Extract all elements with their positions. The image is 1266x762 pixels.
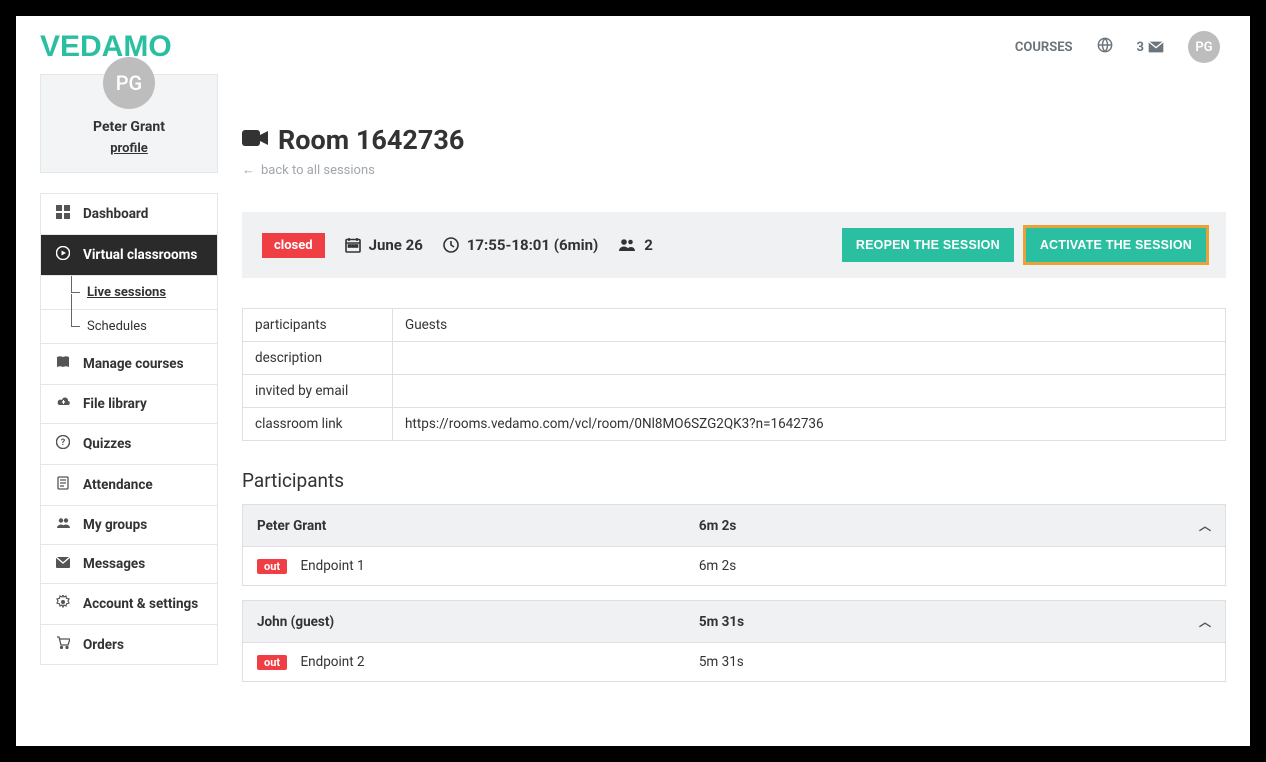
info-value	[393, 375, 1226, 408]
sidebar-item-label: Orders	[83, 637, 124, 653]
participant-total: 5m 31s	[685, 601, 1127, 643]
sidebar-item-schedules[interactable]: Schedules	[41, 310, 217, 344]
info-label: classroom link	[243, 408, 393, 441]
sidebar-item-label: Dashboard	[83, 206, 148, 222]
sidebar-item-manage-courses[interactable]: Manage courses	[41, 344, 217, 385]
participant-header[interactable]: Peter Grant 6m 2s ︿	[243, 505, 1226, 547]
participant-group: John (guest) 5m 31s ︿ out Endpoint 2 5m …	[242, 600, 1226, 682]
activate-session-button[interactable]: ACTIVATE THE SESSION	[1026, 228, 1206, 262]
status-time: 17:55-18:01 (6min)	[467, 236, 598, 254]
sidebar-item-label: File library	[83, 396, 147, 412]
cart-icon	[55, 636, 71, 653]
arrow-left-icon: ←	[242, 162, 255, 178]
play-icon	[55, 246, 71, 264]
profile-avatar: PG	[103, 57, 155, 109]
sidebar-item-attendance[interactable]: Attendance	[41, 465, 217, 506]
chevron-up-icon: ︿	[1199, 613, 1211, 630]
info-value: Guests	[393, 309, 1226, 342]
out-badge: out	[257, 559, 287, 574]
users-icon	[618, 238, 636, 252]
grid-icon	[55, 205, 71, 223]
camera-icon	[242, 126, 268, 154]
back-link[interactable]: ← back to all sessions	[242, 162, 1226, 178]
sidebar-item-label: Messages	[83, 556, 145, 572]
table-row: participants Guests	[243, 309, 1226, 342]
sidebar-item-virtual-classrooms[interactable]: Virtual classrooms	[41, 235, 217, 276]
endpoint-time: 5m 31s	[685, 643, 1127, 682]
avatar[interactable]: PG	[1188, 31, 1220, 63]
status-date: June 26	[369, 236, 423, 254]
status-badge: closed	[262, 233, 325, 258]
sidebar-item-label: Manage courses	[83, 356, 184, 372]
sidebar-item-label: Virtual classrooms	[83, 247, 197, 263]
sidebar-item-my-groups[interactable]: My groups	[41, 506, 217, 545]
notification-count: 3	[1137, 40, 1144, 55]
sidebar-item-quizzes[interactable]: ? Quizzes	[41, 424, 217, 465]
logo[interactable]: VEDAMO	[40, 30, 172, 64]
svg-text:?: ?	[61, 438, 66, 448]
reopen-session-button[interactable]: REOPEN THE SESSION	[842, 228, 1014, 262]
book-icon	[55, 355, 71, 373]
question-icon: ?	[55, 435, 71, 453]
endpoint-row: out Endpoint 2 5m 31s	[243, 643, 1226, 682]
clock-icon	[443, 237, 459, 253]
mail-icon	[55, 556, 71, 572]
profile-card: PG Peter Grant profile	[40, 74, 218, 173]
participant-name: John (guest)	[243, 601, 685, 643]
info-label: participants	[243, 309, 393, 342]
status-participants: 2	[644, 236, 653, 254]
status-bar: closed June 26 17:55-18:01 (6min) 2	[242, 212, 1226, 278]
doc-icon	[55, 476, 71, 494]
gear-icon	[55, 595, 71, 613]
back-link-label: back to all sessions	[261, 163, 375, 178]
sidebar-item-label: Account & settings	[83, 596, 198, 612]
endpoint-label: Endpoint 2	[300, 654, 364, 670]
courses-link[interactable]: COURSES	[1015, 40, 1073, 55]
calendar-icon	[345, 237, 361, 253]
participants-heading: Participants	[242, 469, 1226, 492]
globe-icon[interactable]	[1097, 37, 1113, 57]
profile-link[interactable]: profile	[41, 141, 217, 156]
info-label: description	[243, 342, 393, 375]
info-value	[393, 342, 1226, 375]
participant-header[interactable]: John (guest) 5m 31s ︿	[243, 601, 1226, 643]
sidebar-item-live-sessions[interactable]: Live sessions	[41, 276, 217, 310]
sidebar-item-dashboard[interactable]: Dashboard	[41, 194, 217, 235]
table-row: classroom link https://rooms.vedamo.com/…	[243, 408, 1226, 441]
sidebar-item-file-library[interactable]: File library	[41, 385, 217, 424]
table-row: description	[243, 342, 1226, 375]
endpoint-time: 6m 2s	[685, 547, 1127, 586]
sidebar-item-label: Attendance	[83, 477, 153, 493]
messages-indicator[interactable]: 3	[1137, 40, 1164, 55]
participant-group: Peter Grant 6m 2s ︿ out Endpoint 1 6m 2s	[242, 504, 1226, 586]
page-title: Room 1642736	[242, 124, 1226, 156]
chevron-up-icon: ︿	[1199, 517, 1211, 534]
table-row: invited by email	[243, 375, 1226, 408]
info-label: invited by email	[243, 375, 393, 408]
sidebar-item-label: My groups	[83, 517, 147, 533]
users-icon	[55, 517, 71, 533]
out-badge: out	[257, 655, 287, 670]
participant-total: 6m 2s	[685, 505, 1127, 547]
sidebar-item-account-settings[interactable]: Account & settings	[41, 584, 217, 625]
endpoint-row: out Endpoint 1 6m 2s	[243, 547, 1226, 586]
info-table: participants Guests description invited …	[242, 308, 1226, 441]
page-title-text: Room 1642736	[278, 124, 464, 156]
mail-icon	[1148, 41, 1164, 53]
sidebar-item-messages[interactable]: Messages	[41, 545, 217, 584]
profile-name: Peter Grant	[41, 119, 217, 135]
sidebar-item-orders[interactable]: Orders	[41, 625, 217, 665]
classroom-link[interactable]: https://rooms.vedamo.com/vcl/room/0Nl8MO…	[393, 408, 1226, 441]
sidebar-item-label: Quizzes	[83, 436, 131, 452]
cloud-icon	[55, 396, 71, 412]
participant-name: Peter Grant	[243, 505, 685, 547]
endpoint-label: Endpoint 1	[300, 558, 364, 574]
